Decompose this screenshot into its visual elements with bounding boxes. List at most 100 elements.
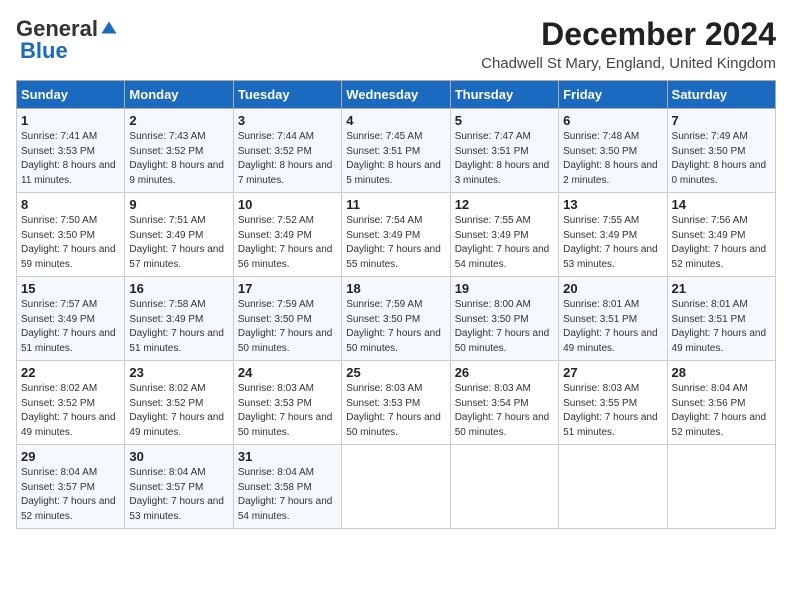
calendar-table: SundayMondayTuesdayWednesdayThursdayFrid… <box>16 80 776 529</box>
day-cell: 7Sunrise: 7:49 AMSunset: 3:50 PMDaylight… <box>667 109 775 193</box>
col-header-thursday: Thursday <box>450 81 558 109</box>
day-cell: 16 Sunrise: 7:58 AMSunset: 3:49 PMDayligh… <box>125 277 233 361</box>
day-cell: 29 Sunrise: 8:04 AMSunset: 3:57 PMDayligh… <box>17 445 125 529</box>
day-number: 6 <box>563 113 662 128</box>
day-number: 12 <box>455 197 554 212</box>
day-number: 18 <box>346 281 445 296</box>
day-info: Sunrise: 7:41 AMSunset: 3:53 PMDaylight:… <box>21 131 116 186</box>
day-cell: 30 Sunrise: 8:04 AMSunset: 3:57 PMDayligh… <box>125 445 233 529</box>
day-info: Sunrise: 7:59 AMSunset: 3:50 PMDaylight:… <box>346 299 441 354</box>
week-row-4: 22 Sunrise: 8:02 AMSunset: 3:52 PMDayligh… <box>17 361 776 445</box>
header: General Blue December 2024 Chadwell St M… <box>16 16 776 72</box>
day-number: 4 <box>346 113 445 128</box>
day-info: Sunrise: 8:02 AMSunset: 3:52 PMDaylight:… <box>129 383 224 438</box>
day-number: 28 <box>672 365 771 380</box>
day-cell: 11Sunrise: 7:54 AMSunset: 3:49 PMDayligh… <box>342 193 450 277</box>
day-number: 2 <box>129 113 228 128</box>
day-info: Sunrise: 8:01 AMSunset: 3:51 PMDaylight:… <box>672 299 767 354</box>
day-info: Sunrise: 7:57 AMSunset: 3:49 PMDaylight:… <box>21 299 116 354</box>
day-number: 24 <box>238 365 337 380</box>
day-cell: 5 Sunrise: 7:47 AMSunset: 3:51 PMDaylight… <box>450 109 558 193</box>
day-info: Sunrise: 7:55 AMSunset: 3:49 PMDaylight:… <box>563 215 658 270</box>
col-header-wednesday: Wednesday <box>342 81 450 109</box>
day-info: Sunrise: 8:00 AMSunset: 3:50 PMDaylight:… <box>455 299 550 354</box>
day-number: 5 <box>455 113 554 128</box>
day-cell: 12 Sunrise: 7:55 AMSunset: 3:49 PMDayligh… <box>450 193 558 277</box>
day-info: Sunrise: 7:59 AMSunset: 3:50 PMDaylight:… <box>238 299 333 354</box>
col-header-sunday: Sunday <box>17 81 125 109</box>
day-number: 9 <box>129 197 228 212</box>
day-info: Sunrise: 7:47 AMSunset: 3:51 PMDaylight:… <box>455 131 550 186</box>
day-cell: 21 Sunrise: 8:01 AMSunset: 3:51 PMDayligh… <box>667 277 775 361</box>
day-info: Sunrise: 7:45 AMSunset: 3:51 PMDaylight:… <box>346 131 441 186</box>
week-row-2: 8 Sunrise: 7:50 AMSunset: 3:50 PMDaylight… <box>17 193 776 277</box>
day-info: Sunrise: 8:02 AMSunset: 3:52 PMDaylight:… <box>21 383 116 438</box>
week-row-1: 1 Sunrise: 7:41 AMSunset: 3:53 PMDaylight… <box>17 109 776 193</box>
logo-blue: Blue <box>20 38 68 64</box>
title-area: December 2024 Chadwell St Mary, England,… <box>481 16 776 72</box>
week-row-3: 15 Sunrise: 7:57 AMSunset: 3:49 PMDayligh… <box>17 277 776 361</box>
day-cell: 2 Sunrise: 7:43 AMSunset: 3:52 PMDaylight… <box>125 109 233 193</box>
day-number: 3 <box>238 113 337 128</box>
location-title: Chadwell St Mary, England, United Kingdo… <box>481 55 776 72</box>
day-number: 7 <box>672 113 771 128</box>
day-cell: 19 Sunrise: 8:00 AMSunset: 3:50 PMDayligh… <box>450 277 558 361</box>
day-cell: 13 Sunrise: 7:55 AMSunset: 3:49 PMDayligh… <box>559 193 667 277</box>
day-cell: 28Sunrise: 8:04 AMSunset: 3:56 PMDayligh… <box>667 361 775 445</box>
day-number: 10 <box>238 197 337 212</box>
day-info: Sunrise: 8:03 AMSunset: 3:55 PMDaylight:… <box>563 383 658 438</box>
day-cell: 26 Sunrise: 8:03 AMSunset: 3:54 PMDayligh… <box>450 361 558 445</box>
day-number: 15 <box>21 281 120 296</box>
day-info: Sunrise: 7:48 AMSunset: 3:50 PMDaylight:… <box>563 131 658 186</box>
day-info: Sunrise: 7:50 AMSunset: 3:50 PMDaylight:… <box>21 215 116 270</box>
day-info: Sunrise: 7:52 AMSunset: 3:49 PMDaylight:… <box>238 215 333 270</box>
day-cell: 24Sunrise: 8:03 AMSunset: 3:53 PMDayligh… <box>233 361 341 445</box>
day-cell: 22 Sunrise: 8:02 AMSunset: 3:52 PMDayligh… <box>17 361 125 445</box>
day-info: Sunrise: 7:43 AMSunset: 3:52 PMDaylight:… <box>129 131 224 186</box>
day-number: 26 <box>455 365 554 380</box>
day-cell: 20Sunrise: 8:01 AMSunset: 3:51 PMDayligh… <box>559 277 667 361</box>
day-number: 30 <box>129 449 228 464</box>
day-cell: 9Sunrise: 7:51 AMSunset: 3:49 PMDaylight… <box>125 193 233 277</box>
day-number: 8 <box>21 197 120 212</box>
logo-icon <box>100 20 118 38</box>
day-number: 31 <box>238 449 337 464</box>
day-number: 22 <box>21 365 120 380</box>
day-number: 14 <box>672 197 771 212</box>
day-cell: 15 Sunrise: 7:57 AMSunset: 3:49 PMDayligh… <box>17 277 125 361</box>
month-title: December 2024 <box>481 16 776 53</box>
day-number: 25 <box>346 365 445 380</box>
day-cell: 23 Sunrise: 8:02 AMSunset: 3:52 PMDayligh… <box>125 361 233 445</box>
day-number: 23 <box>129 365 228 380</box>
day-cell: 14Sunrise: 7:56 AMSunset: 3:49 PMDayligh… <box>667 193 775 277</box>
col-header-monday: Monday <box>125 81 233 109</box>
day-cell <box>559 445 667 529</box>
day-info: Sunrise: 8:04 AMSunset: 3:58 PMDaylight:… <box>238 467 333 522</box>
day-number: 19 <box>455 281 554 296</box>
day-info: Sunrise: 8:04 AMSunset: 3:57 PMDaylight:… <box>21 467 116 522</box>
day-info: Sunrise: 8:04 AMSunset: 3:57 PMDaylight:… <box>129 467 224 522</box>
col-header-tuesday: Tuesday <box>233 81 341 109</box>
day-cell: 25 Sunrise: 8:03 AMSunset: 3:53 PMDayligh… <box>342 361 450 445</box>
day-number: 1 <box>21 113 120 128</box>
day-info: Sunrise: 8:03 AMSunset: 3:53 PMDaylight:… <box>346 383 441 438</box>
day-number: 21 <box>672 281 771 296</box>
day-number: 16 <box>129 281 228 296</box>
day-cell: 4 Sunrise: 7:45 AMSunset: 3:51 PMDaylight… <box>342 109 450 193</box>
day-info: Sunrise: 7:55 AMSunset: 3:49 PMDaylight:… <box>455 215 550 270</box>
day-number: 29 <box>21 449 120 464</box>
day-number: 13 <box>563 197 662 212</box>
day-cell: 18 Sunrise: 7:59 AMSunset: 3:50 PMDayligh… <box>342 277 450 361</box>
day-info: Sunrise: 7:58 AMSunset: 3:49 PMDaylight:… <box>129 299 224 354</box>
day-info: Sunrise: 7:54 AMSunset: 3:49 PMDaylight:… <box>346 215 441 270</box>
header-row: SundayMondayTuesdayWednesdayThursdayFrid… <box>17 81 776 109</box>
day-info: Sunrise: 8:03 AMSunset: 3:54 PMDaylight:… <box>455 383 550 438</box>
day-number: 17 <box>238 281 337 296</box>
week-row-5: 29 Sunrise: 8:04 AMSunset: 3:57 PMDayligh… <box>17 445 776 529</box>
day-cell: 10 Sunrise: 7:52 AMSunset: 3:49 PMDayligh… <box>233 193 341 277</box>
day-cell <box>450 445 558 529</box>
day-cell: 27Sunrise: 8:03 AMSunset: 3:55 PMDayligh… <box>559 361 667 445</box>
logo: General Blue <box>16 16 118 64</box>
day-number: 20 <box>563 281 662 296</box>
day-cell: 31 Sunrise: 8:04 AMSunset: 3:58 PMDayligh… <box>233 445 341 529</box>
